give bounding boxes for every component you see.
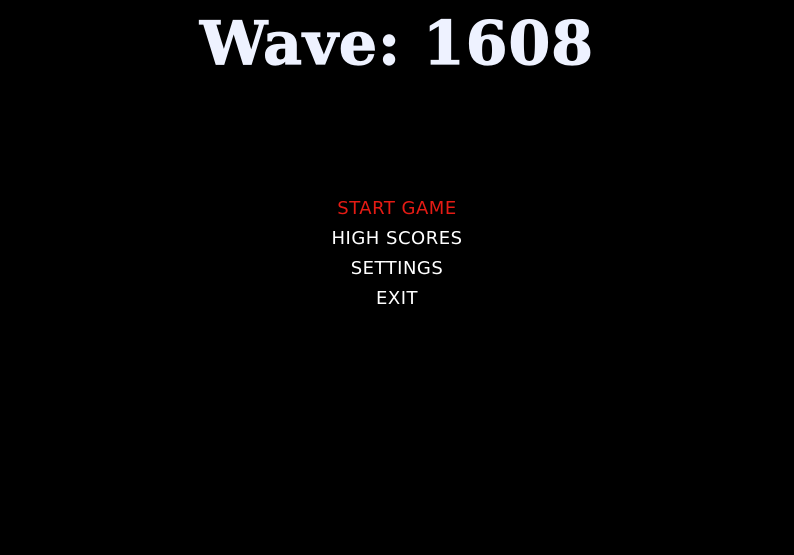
menu-item-start-game[interactable]: START GAME [0,195,794,225]
menu-item-exit[interactable]: EXIT [0,285,794,315]
game-title: Wave: 1608 [199,8,595,79]
main-menu: START GAME HIGH SCORES SETTINGS EXIT [0,195,794,315]
main-menu-screen: Wave: 1608 START GAME HIGH SCORES SETTIN… [0,0,794,555]
menu-item-settings[interactable]: SETTINGS [0,255,794,285]
menu-item-high-scores[interactable]: HIGH SCORES [0,225,794,255]
